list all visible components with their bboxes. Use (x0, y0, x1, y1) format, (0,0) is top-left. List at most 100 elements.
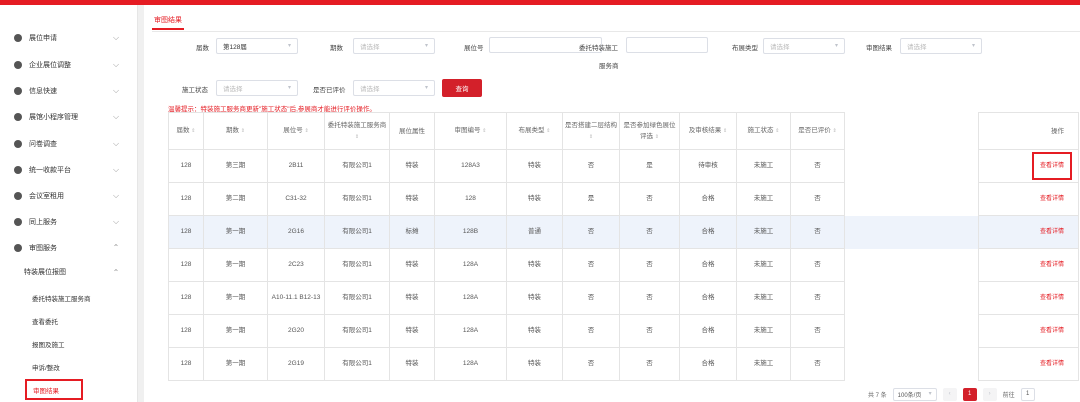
cell-rated: 否 (790, 347, 845, 381)
session-select[interactable]: 第128届 ▾ (216, 38, 298, 54)
cell-status: 未施工 (736, 281, 791, 315)
view-detail-link[interactable]: 查看详情 (1031, 152, 1072, 180)
layout-select[interactable]: 请选择 ▾ (763, 38, 845, 54)
prev-page-button[interactable]: ‹ (942, 387, 957, 401)
chevron-down-icon: ⌵ (112, 216, 120, 226)
th-layout[interactable]: 布展类型 ⇕ (506, 112, 563, 150)
sort-icon: ⇕ (588, 133, 594, 140)
th-booth[interactable]: 展位号 ⇕ (267, 112, 325, 150)
sidebar-leaf-contractor[interactable]: 委托特装施工服务商 (26, 289, 97, 307)
cell-result: 合格 (679, 182, 737, 216)
view-detail-link[interactable]: 查看详情 (1040, 227, 1064, 237)
contractor-label-cont: 服务商 (599, 63, 619, 70)
cell-two-floor: 否 (562, 149, 620, 183)
cell-attr: 特装 (389, 314, 435, 348)
cell-booth: 2B11 (267, 149, 325, 183)
th-two-floor[interactable]: 是否搭建二层结构 ⇕ (562, 112, 620, 150)
cell-spacer (844, 215, 979, 249)
sort-icon: ⇕ (482, 128, 487, 134)
table-row: 128 第一期 2G19 有限公司1 特装 128A 特装否否合格 未施工否查看详情 (168, 347, 1079, 381)
view-detail-link[interactable]: 查看详情 (1040, 326, 1064, 336)
th-green[interactable]: 是否参加绿色展位评选 ⇕ (619, 112, 680, 150)
view-detail-link[interactable]: 查看详情 (1040, 194, 1064, 204)
chevron-left-icon: ‹ (948, 391, 951, 397)
sidebar-leaf-appeal[interactable]: 申诉/整改 (26, 358, 66, 376)
phase-select[interactable]: 请选择 ▾ (353, 38, 435, 54)
cell-spacer (844, 149, 979, 183)
cell-operation: 查看详情 (978, 347, 1079, 381)
cell-session: 128 (168, 248, 204, 282)
chevron-down-icon: ▾ (971, 43, 975, 49)
cell-spacer (844, 314, 979, 348)
view-detail-link[interactable]: 查看详情 (1040, 260, 1064, 270)
construction-select[interactable]: 请选择 ▾ (216, 80, 298, 96)
sidebar-scrollbar[interactable] (138, 5, 144, 402)
sidebar-item-booth-apply[interactable]: 展位申请 ⌵ (0, 25, 137, 50)
sidebar-item-review-service[interactable]: 审图服务 ⌃ (0, 235, 137, 260)
sidebar-item-miniapp[interactable]: 展馆小程序管理 ⌵ (0, 104, 137, 129)
table-row: 128 第一期 2G20 有限公司1 特装 128A 特装否否合格 未施工否查看详情 (168, 314, 1079, 348)
cell-code: 128A (434, 248, 507, 282)
table-row: 128 第二期 C31-32 有限公司1 特装 128 特装是否合格 未施工否查看详情 (168, 182, 1079, 216)
sidebar-item-booth-adjust[interactable]: 企业展位调整 ⌵ (0, 52, 137, 77)
cell-two-floor: 否 (562, 347, 620, 381)
layout-label: 布展类型 (732, 45, 758, 52)
cell-session: 128 (168, 182, 204, 216)
chevron-down-icon: ▾ (287, 85, 291, 91)
sidebar-item-info[interactable]: 信息快速 ⌵ (0, 78, 137, 103)
cell-contractor: 有限公司1 (324, 347, 390, 381)
view-detail-link[interactable]: 查看详情 (1040, 293, 1064, 303)
page-number-1[interactable]: 1 (962, 387, 977, 401)
sidebar-item-survey[interactable]: 问卷调查 ⌵ (0, 131, 137, 156)
view-detail-link[interactable]: 查看详情 (1040, 359, 1064, 369)
goto-page-input[interactable]: 1 (1020, 387, 1035, 401)
chevron-down-icon: ▾ (834, 43, 838, 49)
contractor-input[interactable] (626, 37, 708, 53)
sort-icon: ⇕ (546, 128, 551, 134)
cell-result: 合格 (679, 281, 737, 315)
sidebar-item-payment[interactable]: 统一收款平台 ⌵ (0, 157, 137, 182)
cell-attr: 标摊 (389, 215, 435, 249)
next-page-button[interactable]: › (982, 387, 997, 401)
session-label: 届数 (196, 45, 209, 52)
goto-label: 前往 (1002, 392, 1015, 399)
cell-contractor: 有限公司1 (324, 149, 390, 183)
chevron-down-icon: ⌵ (112, 190, 120, 200)
sidebar-leaf-view-entrust[interactable]: 查看委托 (26, 312, 64, 330)
page-size-select[interactable]: 100条/页 ▾ (892, 387, 937, 401)
th-phase[interactable]: 期数 ⇕ (203, 112, 268, 150)
cell-rated: 否 (790, 314, 845, 348)
cell-booth: A10-11.1 B12-13 (267, 281, 325, 315)
th-contractor[interactable]: 委托特装施工服务商 ⇕ (324, 112, 390, 150)
cell-result: 合格 (679, 215, 737, 249)
cell-code: 128A3 (434, 149, 507, 183)
cell-attr: 特装 (389, 182, 435, 216)
cell-operation: 查看详情 (978, 281, 1079, 315)
sidebar-leaf-review-result[interactable]: 审图结果 (25, 379, 83, 400)
th-rated[interactable]: 是否已评价 ⇕ (790, 112, 845, 150)
cell-code: 128A (434, 347, 507, 381)
cell-layout: 特装 (506, 314, 563, 348)
tab-review-result[interactable]: 审图结果 (152, 12, 184, 30)
cell-phase: 第一期 (203, 281, 268, 315)
th-result[interactable]: 及审核结果 ⇕ (679, 112, 737, 150)
cell-operation: 查看详情 (978, 182, 1079, 216)
sidebar-item-online-service[interactable]: 同上服务 ⌵ (0, 209, 137, 234)
chevron-down-icon: ⌵ (112, 85, 120, 95)
sidebar-item-meeting-room[interactable]: 会议室租用 ⌵ (0, 183, 137, 208)
sidebar-leaf-submit-construction[interactable]: 报图及施工 (26, 335, 71, 353)
th-status[interactable]: 施工状态 ⇕ (736, 112, 791, 150)
sort-icon: ⇕ (723, 128, 728, 134)
cell-phase: 第一期 (203, 314, 268, 348)
cell-two-floor: 否 (562, 248, 620, 282)
query-button[interactable]: 查询 (442, 79, 482, 97)
cell-phase: 第二期 (203, 182, 268, 216)
cell-contractor: 有限公司1 (324, 281, 390, 315)
rated-select[interactable]: 请选择 ▾ (353, 80, 435, 96)
sidebar-group-special-booth[interactable]: 特装展位报图 ⌃ (0, 261, 137, 283)
cell-phase: 第三期 (203, 149, 268, 183)
th-session[interactable]: 届数 ⇕ (168, 112, 204, 150)
th-code[interactable]: 审图编号 ⇕ (434, 112, 507, 150)
review-select[interactable]: 请选择 ▾ (900, 38, 982, 54)
cell-green: 否 (619, 314, 680, 348)
